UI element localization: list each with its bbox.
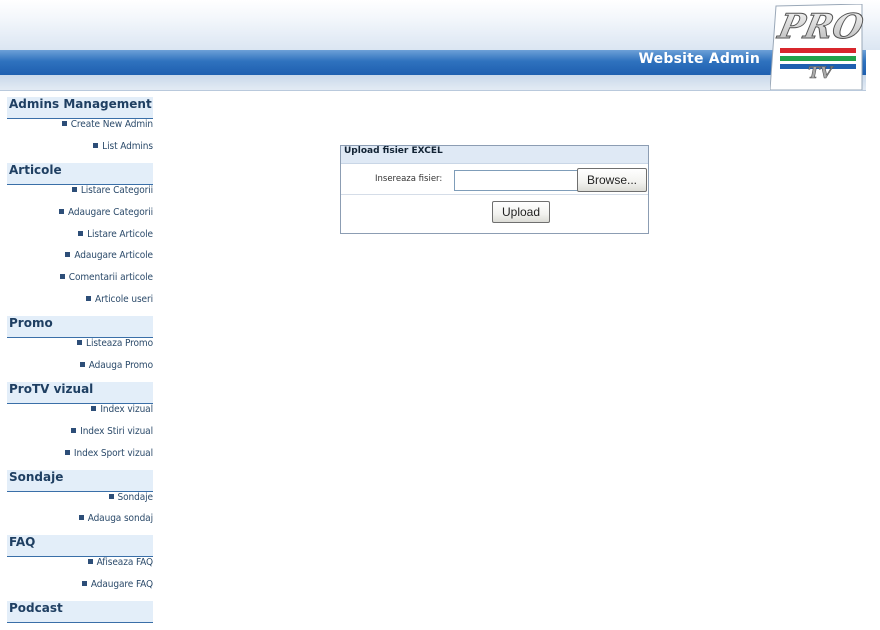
sidebar-item[interactable]: Index vizual	[7, 404, 153, 426]
file-path-input[interactable]	[454, 170, 578, 191]
sidebar-item[interactable]: Listeaza Promo	[7, 338, 153, 360]
bullet-icon	[87, 559, 93, 565]
sidebar-item[interactable]: Comentarii articole	[7, 272, 153, 294]
sidebar-item[interactable]: Adaugare Categorii	[7, 207, 153, 229]
upload-submit-row: Upload	[341, 195, 648, 231]
sidebar-section-title: FAQ	[7, 535, 153, 558]
sidebar-item-label: Index Sport vizual	[73, 447, 153, 459]
bullet-icon	[65, 252, 71, 258]
sidebar-item-label: Adaugare Articole	[74, 250, 153, 262]
sidebar-item[interactable]: Adauga Promo	[7, 360, 153, 382]
sidebar-section-title: Podcast	[7, 601, 153, 624]
bullet-icon	[71, 427, 77, 433]
sidebar-item[interactable]: Index Stiri vizual	[7, 426, 153, 448]
bullet-icon	[78, 515, 84, 521]
bullet-icon	[59, 274, 65, 280]
sidebar-section-title: ProTV vizual	[7, 381, 153, 404]
bullet-icon	[108, 493, 114, 499]
sidebar-section-title: Admins Management	[7, 97, 153, 119]
sidebar-section-title: Sondaje	[7, 469, 153, 492]
sidebar-item[interactable]: Adauga sondaj	[7, 513, 153, 535]
sidebar-section-title: Promo	[7, 316, 153, 339]
sidebar-item-label: Index vizual	[100, 403, 153, 415]
upload-button[interactable]: Upload	[492, 201, 550, 223]
bullet-icon	[86, 296, 92, 302]
sidebar-section-title: Articole	[7, 162, 153, 185]
sidebar-menu: Admins Management Create New Admin List Ad…	[7, 97, 153, 624]
file-field-label: Insereaza fisier:	[375, 174, 443, 184]
sidebar-item[interactable]: Sondaje	[7, 492, 153, 514]
sidebar-item[interactable]: Adaugare FAQ	[7, 579, 153, 601]
logo-text: PRO	[774, 7, 866, 47]
sidebar-item-label: Index Stiri vizual	[80, 425, 153, 437]
bullet-icon	[71, 186, 77, 192]
sidebar-item[interactable]: Adaugare Articole	[7, 250, 153, 272]
upload-file-row: Insereaza fisier: Browse...	[341, 164, 648, 195]
upload-form: Upload fisier EXCEL Insereaza fisier: Br…	[340, 145, 649, 234]
sidebar-item[interactable]: Create New Admin	[7, 119, 153, 141]
sidebar-item-label: Adaugare FAQ	[90, 579, 153, 591]
sidebar-item[interactable]: Afiseaza FAQ	[7, 557, 153, 579]
sidebar-item-label: Articole useri	[95, 294, 153, 306]
bullet-icon	[64, 449, 70, 455]
browse-button[interactable]: Browse...	[577, 168, 647, 192]
bullet-icon	[59, 208, 65, 214]
upload-form-title: Upload fisier EXCEL	[341, 146, 648, 164]
header-bottom-bar	[0, 75, 866, 91]
sidebar-item-label: List Admins	[102, 140, 153, 152]
sidebar-item[interactable]: Listare Articole	[7, 229, 153, 251]
sidebar-item[interactable]: Index Sport vizual	[7, 448, 153, 470]
sidebar-item-label: Listare Categorii	[80, 184, 153, 196]
sidebar-item[interactable]: List Admins	[7, 141, 153, 163]
logo-subtext: TV	[808, 63, 834, 82]
sidebar-item-label: Adauga sondaj	[87, 513, 153, 525]
bullet-icon	[79, 362, 85, 368]
sidebar-item[interactable]: Articole useri	[7, 294, 153, 316]
sidebar-item-label: Afiseaza FAQ	[96, 557, 154, 569]
sidebar-item-label: Adaugare Categorii	[68, 206, 153, 218]
sidebar-item-label: Listare Articole	[87, 228, 153, 240]
page-title: Website Admin	[638, 51, 760, 67]
sidebar-item-label: Listeaza Promo	[86, 338, 153, 350]
bullet-icon	[81, 581, 87, 587]
bullet-icon	[78, 230, 84, 236]
sidebar-item-label: Comentarii articole	[68, 272, 153, 284]
sidebar-item[interactable]: Listare Categorii	[7, 185, 153, 207]
sidebar-item-label: Sondaje	[117, 491, 154, 503]
sidebar-item-label: Adauga Promo	[88, 360, 153, 372]
protv-logo: PRO TV	[770, 4, 866, 90]
sidebar-item-label: Create New Admin	[70, 119, 153, 130]
bullet-icon	[61, 121, 67, 126]
bullet-icon	[93, 142, 99, 148]
header-top-bar	[0, 0, 880, 50]
bullet-icon	[77, 340, 83, 346]
bullet-icon	[91, 405, 97, 411]
